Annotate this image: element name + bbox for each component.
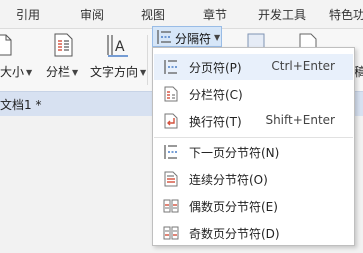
tab-developer-tools[interactable]: 开发工具 bbox=[258, 6, 306, 23]
columns-button[interactable] bbox=[50, 33, 80, 59]
columns-icon bbox=[54, 33, 73, 57]
menu-item-label: 换行符(T) bbox=[189, 115, 242, 129]
ribbon-divider bbox=[147, 35, 148, 85]
menu-item-line-break[interactable]: 换行符(T) Shift+Enter bbox=[154, 108, 353, 134]
menu-item-column-break[interactable]: 分栏符(C) bbox=[154, 81, 353, 107]
menu-item-odd-page-section-break[interactable]: 奇数页分节符(D) bbox=[154, 220, 353, 246]
menu-item-label: 分栏符(C) bbox=[189, 88, 243, 102]
chevron-down-icon: ▼ bbox=[214, 33, 221, 42]
odd-page-section-break-icon bbox=[163, 226, 179, 240]
chevron-down-icon: ▼ bbox=[140, 68, 147, 77]
line-break-icon bbox=[164, 113, 178, 129]
separator-label: 分隔符 bbox=[175, 32, 212, 46]
tab-review[interactable]: 审阅 bbox=[80, 6, 104, 23]
tab-special-features[interactable]: 特色功 bbox=[329, 6, 363, 23]
separator-button[interactable]: 分隔符 ▼ bbox=[152, 26, 222, 47]
tab-references[interactable]: 引用 bbox=[16, 6, 40, 23]
menu-item-continuous-section-break[interactable]: 连续分节符(O) bbox=[154, 166, 353, 192]
menu-item-label: 奇数页分节符(D) bbox=[189, 227, 280, 241]
menu-item-page-break[interactable]: 分页符(P) Ctrl+Enter bbox=[154, 54, 353, 80]
menu-item-label: 分页符(P) bbox=[189, 61, 242, 75]
page-size-icon bbox=[0, 34, 12, 56]
text-direction-icon: A bbox=[107, 35, 128, 57]
menu-item-label: 连续分节符(O) bbox=[189, 173, 268, 187]
even-page-section-break-icon bbox=[163, 199, 179, 213]
text-direction-button[interactable]: A bbox=[102, 33, 132, 59]
tab-view[interactable]: 视图 bbox=[141, 6, 165, 23]
chevron-down-icon: ▼ bbox=[26, 68, 33, 77]
menu-tab-bar: 引用 审阅 视图 章节 开发工具 特色功 bbox=[0, 0, 363, 29]
text-direction-label[interactable]: 文字方向 ▼ bbox=[90, 63, 146, 80]
svg-text:A: A bbox=[115, 39, 125, 55]
menu-item-label: 偶数页分节符(E) bbox=[189, 200, 278, 214]
separator-dropdown-menu: 分页符(P) Ctrl+Enter 分栏符(C) 换行符(T) Shift+En… bbox=[152, 47, 355, 246]
tab-section[interactable]: 章节 bbox=[203, 6, 227, 23]
continuous-section-break-icon bbox=[164, 171, 178, 187]
page-break-icon bbox=[164, 60, 177, 74]
document-tab[interactable]: 文档1 * bbox=[0, 96, 41, 113]
menu-item-shortcut: Shift+Enter bbox=[265, 113, 335, 127]
separator-icon bbox=[157, 30, 171, 44]
menu-item-next-page-section-break[interactable]: 下一页分节符(N) bbox=[154, 139, 353, 165]
size-label[interactable]: 大小 ▼ bbox=[0, 63, 32, 80]
size-button[interactable] bbox=[0, 34, 36, 58]
next-page-section-break-icon bbox=[164, 145, 177, 159]
draft-label[interactable]: 稿 bbox=[354, 63, 363, 80]
menu-item-shortcut: Ctrl+Enter bbox=[271, 59, 335, 73]
columns-label[interactable]: 分栏 ▼ bbox=[46, 63, 78, 80]
menu-divider bbox=[154, 137, 353, 138]
menu-item-even-page-section-break[interactable]: 偶数页分节符(E) bbox=[154, 193, 353, 219]
column-break-icon bbox=[164, 86, 178, 102]
menu-item-label: 下一页分节符(N) bbox=[189, 146, 280, 160]
chevron-down-icon: ▼ bbox=[72, 68, 79, 77]
